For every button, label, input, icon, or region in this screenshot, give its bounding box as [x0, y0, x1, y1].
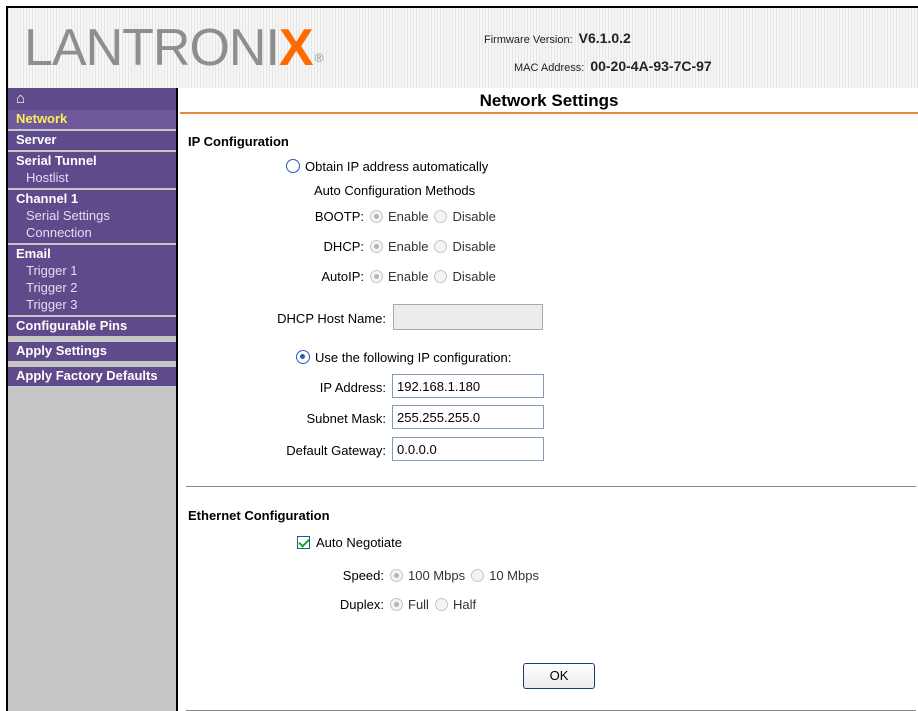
- bootp-enable-radio[interactable]: [370, 210, 383, 223]
- duplex-half-label: Half: [452, 597, 477, 612]
- default-gateway-label: Default Gateway:: [286, 443, 386, 458]
- dhcp-host-label: DHCP Host Name:: [277, 311, 386, 326]
- autoip-disable-radio[interactable]: [434, 270, 448, 283]
- duplex-options: Full Half: [390, 597, 476, 612]
- use-following-radio[interactable]: [296, 350, 310, 364]
- bootp-label: BOOTP:: [314, 209, 364, 224]
- sidebar-item-trigger1[interactable]: Trigger 1: [16, 262, 176, 279]
- autoip-enable-label: Enable: [388, 269, 429, 284]
- sidebar-item-connection[interactable]: Connection: [16, 224, 176, 241]
- logo-text: LANTRONI: [24, 19, 280, 77]
- sidebar-item-trigger2[interactable]: Trigger 2: [16, 279, 176, 296]
- sidebar-group-apply-settings: Apply Settings: [8, 342, 176, 367]
- page-title: Network Settings: [180, 88, 918, 114]
- sidebar-item-server[interactable]: Server: [16, 131, 176, 148]
- sidebar-item-channel1[interactable]: Channel 1: [16, 190, 176, 207]
- dhcp-host-input[interactable]: [393, 304, 543, 330]
- auto-negotiate-label: Auto Negotiate: [316, 535, 403, 550]
- sidebar-group-email: Email Trigger 1 Trigger 2 Trigger 3: [8, 245, 176, 317]
- lantronix-logo: LANTRONIX ®: [24, 18, 324, 78]
- obtain-auto-label: Obtain IP address automatically: [305, 159, 489, 174]
- autoip-label: AutoIP:: [321, 269, 364, 284]
- speed-10-radio[interactable]: [471, 569, 485, 582]
- subnet-mask-label: Subnet Mask:: [306, 411, 387, 426]
- bootp-disable-label: Disable: [452, 209, 496, 224]
- sidebar-group-server: Server: [8, 131, 176, 152]
- dhcp-label: DHCP:: [323, 239, 364, 254]
- bootp-options: Enable Disable: [370, 209, 496, 224]
- sidebar-group-serial-tunnel: Serial Tunnel Hostlist: [8, 152, 176, 190]
- sidebar-item-apply-settings[interactable]: Apply Settings: [16, 342, 176, 359]
- default-gateway-input[interactable]: [392, 437, 544, 461]
- header: LANTRONIX ® Firmware Version: V6.1.0.2 MAC…: [8, 8, 918, 88]
- speed-10-label: 10 Mbps: [489, 568, 539, 583]
- dhcp-enable-label: Enable: [388, 239, 429, 254]
- use-following-label: Use the following IP configuration:: [315, 350, 512, 365]
- autoip-disable-label: Disable: [452, 269, 496, 284]
- ethernet-config-title: Ethernet Configuration: [188, 508, 330, 523]
- ip-config-title: IP Configuration: [188, 134, 289, 149]
- dhcp-options: Enable Disable: [370, 239, 496, 254]
- auto-methods-label: Auto Configuration Methods: [314, 183, 476, 198]
- sidebar-item-apply-factory-defaults[interactable]: Apply Factory Defaults: [16, 367, 176, 384]
- duplex-half-radio[interactable]: [434, 598, 448, 611]
- firmware-label: Firmware Version:: [484, 34, 573, 46]
- speed-label: Speed:: [342, 568, 384, 583]
- mac-value: 00-20-4A-93-7C-97: [590, 58, 712, 74]
- mac-address: MAC Address: 00-20-4A-93-7C-97: [514, 58, 712, 74]
- sidebar-group-apply-factory-defaults: Apply Factory Defaults: [8, 367, 176, 392]
- ip-address-label: IP Address:: [319, 380, 386, 395]
- sidebar-group-configurable-pins: Configurable Pins: [8, 317, 176, 342]
- sidebar-item-network[interactable]: Network: [16, 110, 176, 127]
- firmware-value: V6.1.0.2: [578, 30, 631, 46]
- subnet-mask-input[interactable]: [392, 405, 544, 429]
- obtain-auto-row: Obtain IP address automatically: [286, 159, 488, 174]
- sidebar-item-hostlist[interactable]: Hostlist: [16, 169, 176, 186]
- sidebar-group-channel1: Channel 1 Serial Settings Connection: [8, 190, 176, 245]
- speed-100-radio[interactable]: [390, 569, 403, 582]
- sidebar-item-serial-tunnel[interactable]: Serial Tunnel: [16, 152, 176, 169]
- sidebar-group-network: Network: [8, 110, 176, 131]
- sidebar: ⌂ Network Server Serial Tunnel Hostlist …: [8, 88, 178, 711]
- sidebar-item-configurable-pins[interactable]: Configurable Pins: [16, 317, 176, 334]
- speed-100-label: 100 Mbps: [408, 568, 466, 583]
- ip-address-input[interactable]: [392, 374, 544, 398]
- auto-negotiate-checkbox[interactable]: [297, 536, 310, 549]
- dhcp-disable-label: Disable: [452, 239, 496, 254]
- duplex-full-label: Full: [408, 597, 429, 612]
- logo-registered-mark: ®: [314, 51, 324, 65]
- obtain-auto-radio[interactable]: [286, 159, 300, 173]
- dhcp-disable-radio[interactable]: [434, 240, 448, 253]
- sidebar-item-trigger3[interactable]: Trigger 3: [16, 296, 176, 313]
- ok-button[interactable]: OK: [523, 663, 595, 689]
- auto-negotiate-row: Auto Negotiate: [297, 535, 402, 550]
- logo-x: X: [278, 19, 314, 77]
- autoip-enable-radio[interactable]: [370, 270, 383, 283]
- use-following-row: Use the following IP configuration:: [296, 350, 511, 365]
- bootp-disable-radio[interactable]: [434, 210, 448, 223]
- duplex-label: Duplex:: [339, 597, 384, 612]
- duplex-full-radio[interactable]: [390, 598, 403, 611]
- section-divider: [186, 486, 916, 487]
- speed-options: 100 Mbps 10 Mbps: [390, 568, 539, 583]
- browser-frame: LANTRONIX ® Firmware Version: V6.1.0.2 MAC…: [6, 6, 918, 711]
- sidebar-item-email[interactable]: Email: [16, 245, 176, 262]
- home-icon[interactable]: ⌂: [8, 88, 176, 110]
- autoip-options: Enable Disable: [370, 269, 496, 284]
- dhcp-enable-radio[interactable]: [370, 240, 383, 253]
- firmware-version: Firmware Version: V6.1.0.2: [484, 30, 631, 46]
- sidebar-item-serial-settings[interactable]: Serial Settings: [16, 207, 176, 224]
- bootp-enable-label: Enable: [388, 209, 429, 224]
- mac-label: MAC Address:: [514, 62, 585, 74]
- main-content: Network Settings IP Configuration Obtain…: [180, 88, 918, 711]
